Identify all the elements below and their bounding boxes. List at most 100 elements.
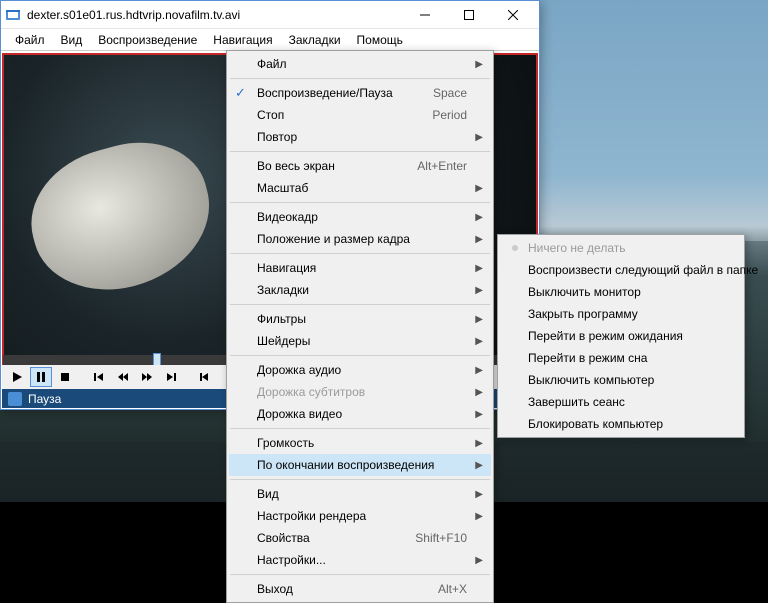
menu-item-label: По окончании воспроизведения — [257, 458, 434, 472]
menu-item[interactable]: Шейдеры ▶ — [229, 330, 491, 352]
submenu-item: Ничего не делать — [500, 237, 742, 259]
submenu-arrow-icon: ▶ — [475, 212, 483, 223]
menubar: Файл Вид Воспроизведение Навигация Закла… — [1, 29, 539, 51]
menu-item-label: Положение и размер кадра — [257, 232, 410, 246]
menu-item[interactable]: Положение и размер кадра▶ — [229, 228, 491, 250]
menu-item[interactable]: Файл ▶ — [229, 53, 491, 75]
bullet-icon — [512, 245, 518, 251]
playback-dropdown: Файл ▶ ✓ Воспроизведение/Пауза Space Стоп Peri… — [226, 50, 494, 603]
menu-navigation[interactable]: Навигация — [205, 30, 280, 50]
check-icon: ✓ — [235, 85, 246, 101]
submenu-item-label: Выключить монитор — [528, 285, 641, 299]
submenu-item[interactable]: Перейти в режим сна — [500, 347, 742, 369]
menu-shortcut: Shift+F10 — [395, 531, 467, 545]
menu-shortcut: Space — [413, 86, 467, 100]
menu-item-label: Закладки — [257, 283, 309, 297]
submenu-arrow-icon: ▶ — [475, 285, 483, 296]
menu-item[interactable]: Фильтры ▶ — [229, 308, 491, 330]
submenu-item-label: Выключить компьютер — [528, 373, 654, 387]
submenu-item[interactable]: Блокировать компьютер — [500, 413, 742, 435]
submenu-arrow-icon: ▶ — [475, 59, 483, 70]
submenu-item[interactable]: Выключить монитор — [500, 281, 742, 303]
submenu-item[interactable]: Перейти в режим ожидания — [500, 325, 742, 347]
menu-item-label: Стоп — [257, 108, 284, 122]
next-button[interactable] — [160, 367, 182, 387]
window-controls — [403, 1, 535, 29]
minimize-button[interactable] — [403, 1, 447, 29]
menu-item[interactable]: Закладки ▶ — [229, 279, 491, 301]
menu-item-label: Дорожка аудио — [257, 363, 341, 377]
menu-shortcut: Alt+X — [418, 582, 467, 596]
menu-item[interactable]: Дорожка аудио ▶ — [229, 359, 491, 381]
close-button[interactable] — [491, 1, 535, 29]
pause-button[interactable] — [30, 367, 52, 387]
submenu-arrow-icon: ▶ — [475, 460, 483, 471]
menu-item-label: Фильтры — [257, 312, 306, 326]
menu-item[interactable]: Навигация ▶ — [229, 257, 491, 279]
submenu-arrow-icon: ▶ — [475, 314, 483, 325]
prev-button[interactable] — [88, 367, 110, 387]
submenu-arrow-icon: ▶ — [475, 438, 483, 449]
menu-item[interactable]: Дорожка видео ▶ — [229, 403, 491, 425]
submenu-item[interactable]: Завершить сеанс — [500, 391, 742, 413]
menu-item[interactable]: СвойстваShift+F10 — [229, 527, 491, 549]
submenu-item-label: Перейти в режим сна — [528, 351, 647, 365]
window-title: dexter.s01e01.rus.hdtvrip.novafilm.tv.av… — [27, 8, 403, 22]
menu-item-label: Выход — [257, 582, 293, 596]
menu-item[interactable]: Стоп Period — [229, 104, 491, 126]
menu-shortcut: Period — [412, 108, 467, 122]
menu-playback[interactable]: Воспроизведение — [90, 30, 205, 50]
menu-bookmarks[interactable]: Закладки — [281, 30, 349, 50]
menu-item-label: Вид — [257, 487, 279, 501]
submenu-item[interactable]: Выключить компьютер — [500, 369, 742, 391]
submenu-arrow-icon: ▶ — [475, 263, 483, 274]
menu-item[interactable]: Настройки... ▶ — [229, 549, 491, 571]
submenu-item[interactable]: Воспроизвести следующий файл в папке — [500, 259, 742, 281]
stop-button[interactable] — [54, 367, 76, 387]
menu-item-label: Воспроизведение/Пауза — [257, 86, 393, 100]
menu-item[interactable]: Выход Alt+X — [229, 578, 491, 600]
menu-item: Дорожка субтитров▶ — [229, 381, 491, 403]
maximize-button[interactable] — [447, 1, 491, 29]
status-icon — [8, 392, 22, 406]
play-button[interactable] — [6, 367, 28, 387]
submenu-arrow-icon: ▶ — [475, 365, 483, 376]
menu-item[interactable]: Повтор▶ — [229, 126, 491, 148]
submenu-arrow-icon: ▶ — [475, 183, 483, 194]
menu-item-label: Повтор — [257, 130, 297, 144]
step-back-button[interactable] — [194, 367, 216, 387]
menu-file[interactable]: Файл — [7, 30, 53, 50]
menu-item-label: Навигация — [257, 261, 316, 275]
menu-item[interactable]: По окончании воспроизведения ▶ — [229, 454, 491, 476]
titlebar[interactable]: dexter.s01e01.rus.hdtvrip.novafilm.tv.av… — [1, 1, 539, 29]
menu-item-label: Дорожка видео — [257, 407, 342, 421]
menu-item-label: Громкость — [257, 436, 314, 450]
rewind-button[interactable] — [112, 367, 134, 387]
forward-button[interactable] — [136, 367, 158, 387]
submenu-item-label: Ничего не делать — [528, 241, 626, 255]
menu-item[interactable]: Настройки рендера▶ — [229, 505, 491, 527]
menu-item[interactable]: Видеокадр▶ — [229, 206, 491, 228]
submenu-item-label: Перейти в режим ожидания — [528, 329, 683, 343]
submenu-arrow-icon: ▶ — [475, 555, 483, 566]
submenu-item-label: Блокировать компьютер — [528, 417, 663, 431]
menu-help[interactable]: Помощь — [349, 30, 411, 50]
menu-item[interactable]: Громкость ▶ — [229, 432, 491, 454]
submenu-arrow-icon: ▶ — [475, 409, 483, 420]
menu-item-label: Файл — [257, 57, 287, 71]
submenu-item[interactable]: Закрыть программу — [500, 303, 742, 325]
submenu-item-label: Воспроизвести следующий файл в папке — [528, 263, 758, 277]
menu-item-label: Настройки... — [257, 553, 326, 567]
menu-item-label: Настройки рендера — [257, 509, 366, 523]
submenu-arrow-icon: ▶ — [475, 336, 483, 347]
video-content — [16, 126, 226, 308]
menu-item-label: Масштаб — [257, 181, 308, 195]
menu-item[interactable]: Масштаб ▶ — [229, 177, 491, 199]
menu-item[interactable]: Во весь экранAlt+Enter — [229, 155, 491, 177]
submenu-arrow-icon: ▶ — [475, 489, 483, 500]
menu-shortcut: Alt+Enter — [397, 159, 467, 173]
menu-item-label: Дорожка субтитров — [257, 385, 365, 399]
menu-view[interactable]: Вид — [53, 30, 91, 50]
menu-item-label: Шейдеры — [257, 334, 310, 348]
menu-item[interactable]: ✓ Воспроизведение/Пауза Space — [229, 82, 491, 104]
